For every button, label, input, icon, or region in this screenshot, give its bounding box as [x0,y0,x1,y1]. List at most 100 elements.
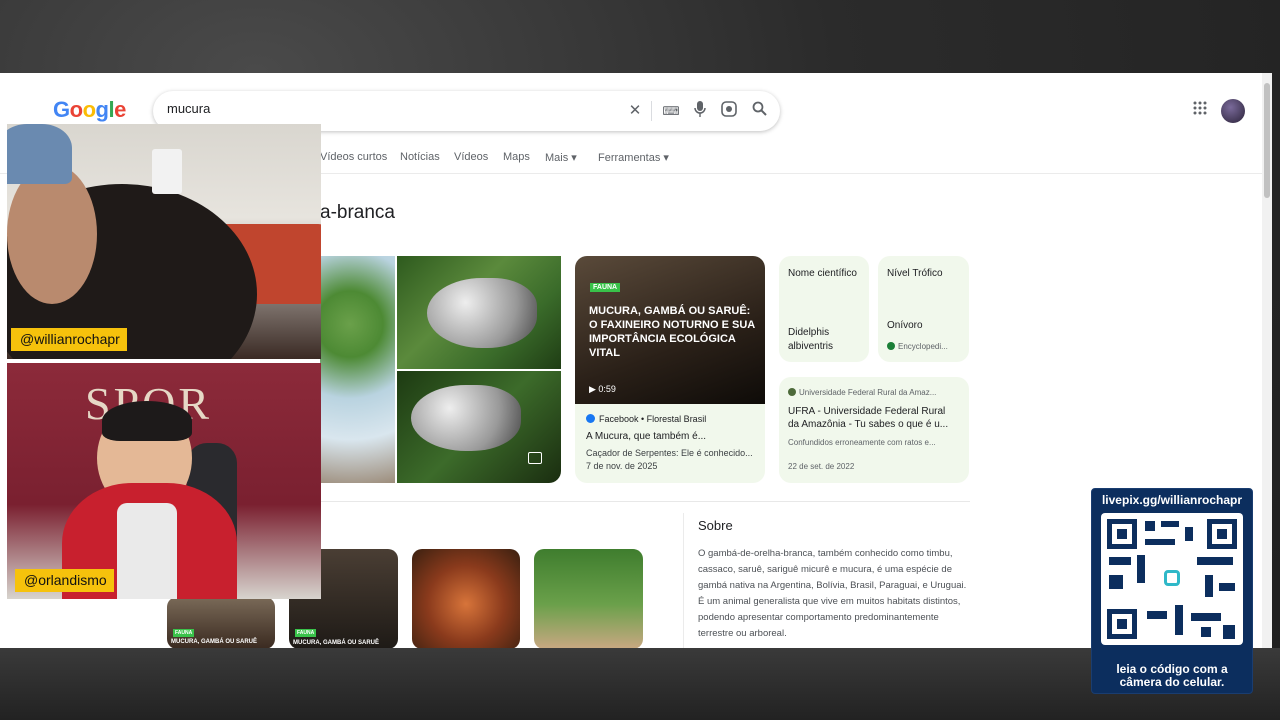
qr-module [1223,625,1235,639]
cap-shape [7,124,72,184]
video-thumb-food[interactable] [412,549,520,648]
logo-letter: o [82,97,96,122]
ufra-icon [788,388,796,396]
info-trophic-level[interactable]: Nível Trófico Onívoro Encyclopedi... [878,256,969,362]
microphone-icon[interactable] [690,101,710,121]
logo-letter: o [69,97,83,122]
qr-module [1201,627,1211,637]
qr-finder [1107,519,1137,549]
video-date: 7 de nov. de 2025 [586,461,658,471]
wall-object [152,149,182,194]
small-caption: MUCURA, GAMBÁ OU SARUÊ [293,640,379,646]
search-divider [651,101,652,121]
google-logo[interactable]: Google [53,97,126,123]
logo-letter: g [95,97,109,122]
livepix-logo-icon [1164,570,1180,586]
tab-news[interactable]: Notícias [400,151,440,163]
webcam-streamer-bottom: SPQR @orlandismo [7,363,321,599]
info-source-label: Encyclopedi... [898,342,948,351]
image-gallery-icon[interactable] [528,452,542,464]
page-scrollbar[interactable] [1262,73,1272,648]
video-source: Facebook • Florestal Brasil [586,414,706,424]
info-value: Didelphis [788,327,830,338]
account-avatar[interactable] [1221,99,1245,123]
video-duration: ▶ 0:59 [589,384,616,394]
scrollbar-thumb[interactable] [1264,83,1270,198]
knowledge-title: a-branca [320,202,395,223]
video-thumb-small[interactable]: FAUNA MUCURA, GAMBÁ OU SARUÊ [167,597,275,648]
info-source: Encyclopedi... [887,342,948,351]
ufra-date: 22 de set. de 2022 [788,462,855,471]
image-opossum-1[interactable] [397,256,561,369]
clear-icon[interactable]: ✕ [625,101,645,121]
opossum-shape [427,278,537,348]
shirt-shape [117,503,177,599]
streamer-handle: @orlandismo [15,569,114,592]
qr-module [1219,583,1235,591]
qr-footer: leia o código com a câmera do celular. [1092,663,1252,689]
apps-grid-icon[interactable] [1190,101,1210,121]
video-thumbnail[interactable]: FAUNA MUCURA, GAMBÁ OU SARUÊ: O FAXINEIR… [575,256,765,404]
image-leaves[interactable] [320,256,395,483]
qr-code [1101,513,1243,645]
qr-finder [1207,519,1237,549]
qr-module [1205,575,1213,597]
tab-maps[interactable]: Maps [503,151,530,163]
qr-module [1161,521,1179,527]
qr-module [1145,521,1155,531]
info-label: Nível Trófico [887,268,943,279]
webcam-streamer-top: @willianrochapr [7,124,321,359]
encyclopedia-icon [887,342,895,350]
search-input[interactable] [167,101,607,116]
qr-footer-line: câmera do celular. [1119,675,1225,689]
info-label: Nome científico [788,268,857,279]
ufra-source: Universidade Federal Rural da Amaz... [788,388,936,397]
qr-module [1175,605,1183,635]
tab-more[interactable]: Mais ▾ [545,151,577,164]
opossum-shape [411,385,521,451]
qr-module [1137,555,1145,583]
hair-shape [102,401,192,441]
donation-qr-widget: livepix.gg/willianrochapr leia o código … [1091,488,1253,694]
tab-videos[interactable]: Vídeos [454,151,488,163]
ufra-snippet: Confundidos erroneamente com ratos e... [788,438,936,447]
sobre-text: O gambá-de-orelha-branca, também conheci… [698,548,967,639]
small-tag: FAUNA [295,629,317,637]
info-value: Onívoro [887,320,923,331]
ufra-source-label: Universidade Federal Rural da Amaz... [799,388,937,397]
video-thumb-man[interactable] [534,549,643,648]
qr-module [1109,575,1123,589]
section-divider [320,501,970,502]
tab-short-videos[interactable]: Vídeos curtos [320,151,387,163]
logo-letter: G [53,97,70,122]
qr-logo-bg [1159,565,1185,591]
video-card[interactable]: FAUNA MUCURA, GAMBÁ OU SARUÊ: O FAXINEIR… [575,256,765,483]
keyboard-icon[interactable]: ⌨ [661,101,681,121]
small-caption: MUCURA, GAMBÁ OU SARUÊ [171,639,257,645]
search-icon[interactable] [749,101,769,121]
ufra-title: UFRA - Universidade Federal Rural [788,406,946,417]
streamer-handle: @willianrochapr [11,328,127,351]
info-ufra-card[interactable]: Universidade Federal Rural da Amaz... UF… [779,377,969,483]
stream-background-bottom [0,648,1280,720]
video-source-label: Facebook • Florestal Brasil [599,414,707,424]
video-title[interactable]: A Mucura, que também é... [586,431,706,442]
qr-module [1185,527,1193,541]
info-scientific-name[interactable]: Nome científico Didelphis albiventris [779,256,869,362]
info-value: albiventris [788,341,834,352]
video-headline: MUCURA, GAMBÁ OU SARUÊ: O FAXINEIRO NOTU… [589,305,755,359]
sobre-heading: Sobre [698,518,733,533]
tab-tools[interactable]: Ferramentas ▾ [598,151,669,164]
video-tag: FAUNA [590,283,621,292]
logo-letter: e [114,97,126,122]
qr-finder [1107,609,1137,639]
qr-module [1145,539,1175,545]
face-shape [7,164,97,304]
qr-module [1147,611,1167,619]
qr-module [1191,613,1221,621]
image-opossum-2[interactable] [397,371,561,483]
qr-module [1197,557,1233,565]
ufra-title: da Amazônia - Tu sabes o que é u... [788,419,949,430]
facebook-icon [586,414,595,423]
lens-icon[interactable] [719,101,739,121]
